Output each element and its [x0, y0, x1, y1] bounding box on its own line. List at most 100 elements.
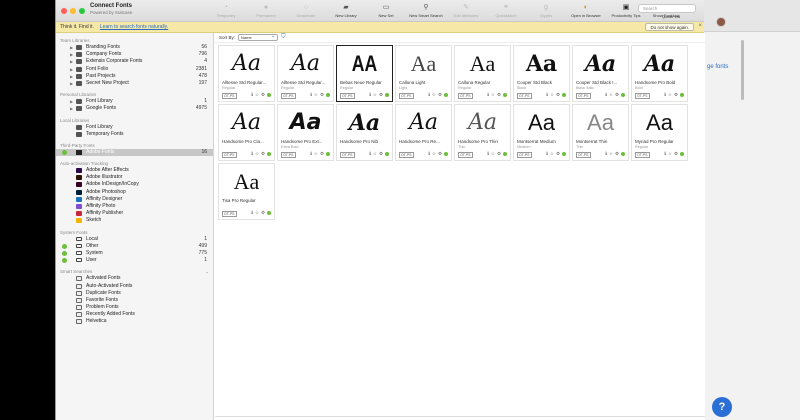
sidebar-item-favorite-fonts[interactable]: Favorite Fonts	[56, 297, 213, 304]
settings-icon[interactable]: ⚙	[261, 92, 265, 98]
sidebar-item-sketch[interactable]: Sketch	[56, 217, 213, 224]
sidebar-item-affinity-publisher[interactable]: Affinity Publisher	[56, 210, 213, 217]
sidebar-item-affinity-photo[interactable]: Affinity Photo	[56, 203, 213, 210]
activation-status-dot[interactable]	[267, 152, 271, 156]
favorite-star-icon[interactable]: ☆	[432, 92, 436, 98]
disclosure-arrow-icon[interactable]: ▶	[70, 80, 73, 87]
favorite-star-icon[interactable]: ☆	[373, 92, 377, 98]
info-icon[interactable]: ℹ	[251, 92, 253, 98]
font-card[interactable]: Aa Cooper Std Black I... Black Italic OT-PS…	[572, 45, 629, 102]
activation-status-dot[interactable]	[326, 93, 330, 97]
toolbar-quickmatch-button[interactable]: ⚭ QuickMatch	[486, 2, 526, 18]
zoom-window-button[interactable]	[79, 7, 85, 14]
favorite-star-icon[interactable]: ☆	[668, 92, 672, 98]
settings-icon[interactable]: ⚙	[438, 151, 442, 157]
font-card[interactable]: Aa Montserrat Thin Thin OT-PS ℹ ☆ ⚙	[572, 104, 629, 161]
sidebar-item-duplicate-fonts[interactable]: Duplicate Fonts	[56, 290, 213, 297]
favorite-star-icon[interactable]: ☆	[314, 151, 318, 157]
sidebar-item-adobe-indesign-incopy[interactable]: Adobe InDesign/InCopy	[56, 181, 213, 188]
settings-icon[interactable]: ⚙	[261, 210, 265, 216]
sidebar-item-system[interactable]: System 775	[56, 250, 213, 257]
sidebar-item-extensis-corporate-fonts[interactable]: ▶ Extensis Corporate Fonts 4	[56, 58, 213, 65]
font-card[interactable]: Aa Alltesse Std Regular... Regular OT-PS ℹ ☆ ⚙	[218, 45, 275, 102]
info-icon[interactable]: ℹ	[310, 151, 312, 157]
info-icon[interactable]: ℹ	[310, 92, 312, 98]
sidebar-item-adobe-illustrator[interactable]: Adobe Illustrator	[56, 174, 213, 181]
disclosure-arrow-icon[interactable]: ▶	[70, 44, 73, 51]
settings-icon[interactable]: ⚙	[379, 92, 383, 98]
activation-status-dot[interactable]	[503, 152, 507, 156]
favorite-star-icon[interactable]: ☆	[373, 151, 377, 157]
activation-status-dot[interactable]	[267, 211, 271, 215]
font-card[interactable]: Aa Handsome Pro Re... OT-PS ℹ ☆ ⚙	[395, 104, 452, 161]
info-icon[interactable]: ℹ	[605, 151, 607, 157]
sidebar-item-adobe-photoshop[interactable]: Adobe Photoshop	[56, 189, 213, 196]
toolbar-open-browser-button[interactable]: ◐ Open in Browser	[566, 2, 606, 18]
settings-icon[interactable]: ⚙	[438, 92, 442, 98]
font-card[interactable]: Aa Handsome Pro Ext... Extra Bold OT-PS ℹ ☆ ⚙	[277, 104, 334, 161]
settings-icon[interactable]: ⚙	[497, 151, 501, 157]
settings-icon[interactable]: ⚙	[497, 92, 501, 98]
settings-icon[interactable]: ⚙	[674, 151, 678, 157]
background-page-text[interactable]: ge fonts	[707, 64, 728, 70]
info-icon[interactable]: ℹ	[428, 151, 430, 157]
activation-status-dot[interactable]	[562, 93, 566, 97]
avatar[interactable]	[716, 17, 726, 27]
sidebar-item-font-library[interactable]: ▶ Font Library 1	[56, 98, 213, 105]
sidebar-item-adobe-after-effects[interactable]: Adobe After Effects	[56, 167, 213, 174]
favorite-star-icon[interactable]: ☆	[255, 92, 259, 98]
disclosure-arrow-icon[interactable]: ▶	[70, 73, 73, 80]
filter-icon[interactable]: ⛉	[281, 34, 286, 41]
help-button[interactable]: ?	[712, 397, 732, 417]
toolbar-new-set-button[interactable]: ▭ New Set	[366, 2, 406, 18]
info-icon[interactable]: ℹ	[428, 92, 430, 98]
favorite-star-icon[interactable]: ☆	[432, 151, 436, 157]
favorite-star-icon[interactable]: ☆	[255, 210, 259, 216]
settings-icon[interactable]: ⚙	[320, 151, 324, 157]
sidebar-item-past-projects[interactable]: ▶ Past Projects 478	[56, 73, 213, 80]
favorite-star-icon[interactable]: ☆	[609, 92, 613, 98]
font-card[interactable]: Aa Cooper Std Black Black OT-PS ℹ ☆ ⚙	[513, 45, 570, 102]
info-icon[interactable]: ℹ	[251, 151, 253, 157]
favorite-star-icon[interactable]: ☆	[491, 92, 495, 98]
toolbar-edit-attributes-button[interactable]: ✎ Edit Attributes	[446, 2, 486, 18]
browser-scrollbar[interactable]	[741, 40, 744, 100]
favorite-star-icon[interactable]: ☆	[550, 92, 554, 98]
disclosure-arrow-icon[interactable]: ▶	[70, 98, 73, 105]
activation-status-dot[interactable]	[444, 93, 448, 97]
font-card[interactable]: Aa Alltesse Std Regular... Regular OT-PS ℹ ☆ ⚙	[277, 45, 334, 102]
banner-link[interactable]: Learn to search fonts naturally.	[100, 24, 168, 30]
sidebar-item-problem-fonts[interactable]: Problem Fonts	[56, 304, 213, 311]
info-icon[interactable]: ℹ	[664, 92, 666, 98]
toolbar-new-library-button[interactable]: ▰ New Library	[326, 2, 366, 18]
activation-status-dot[interactable]	[385, 93, 389, 97]
settings-icon[interactable]: ⚙	[379, 151, 383, 157]
font-card[interactable]: Aa Calluna Light Light OT-PS ℹ ☆ ⚙	[395, 45, 452, 102]
sidebar-item-google-fonts[interactable]: ▶ Google Fonts 4975	[56, 105, 213, 112]
info-icon[interactable]: ℹ	[369, 151, 371, 157]
info-icon[interactable]: ℹ	[487, 92, 489, 98]
sidebar-item-other[interactable]: Other 499	[56, 243, 213, 250]
activation-status-dot[interactable]	[562, 152, 566, 156]
font-card[interactable]: Aa Tisa Pro Regular OT-PS ℹ ☆ ⚙	[218, 163, 275, 220]
activation-status-dot[interactable]	[680, 93, 684, 97]
toolbar-permanent-button[interactable]: ● Permanent	[246, 2, 286, 18]
sidebar-item-helvetica[interactable]: Helvetica	[56, 318, 213, 325]
sort-select[interactable]: Name	[238, 33, 279, 41]
font-card[interactable]: Aa Myriad Pro Regular Regular OT-PS ℹ ☆ ⚙	[631, 104, 688, 161]
activation-status-dot[interactable]	[621, 93, 625, 97]
activation-status-dot[interactable]	[267, 93, 271, 97]
disclosure-arrow-icon[interactable]: ▶	[70, 51, 73, 58]
sidebar-item-secret-new-project[interactable]: ▶ Secret New Project 197	[56, 80, 213, 87]
activation-status-dot[interactable]	[326, 152, 330, 156]
minimize-window-button[interactable]	[70, 7, 76, 14]
font-card[interactable]: Aa Handsome Pro Thin Thin OT-PS ℹ ☆ ⚙	[454, 104, 511, 161]
sidebar-item-auto-activated-fonts[interactable]: Auto-Activated Fonts	[56, 283, 213, 290]
font-card[interactable]: Aa Calluna Regular Regular OT-PS ℹ ☆ ⚙	[454, 45, 511, 102]
settings-icon[interactable]: ⚙	[615, 151, 619, 157]
sidebar-item-recently-added-fonts[interactable]: Recently Added Fonts	[56, 311, 213, 318]
font-card[interactable]: Aa Handsome Pro Bold Bold OT-PS ℹ ☆ ⚙	[631, 45, 688, 102]
settings-icon[interactable]: ⚙	[615, 92, 619, 98]
favorite-star-icon[interactable]: ☆	[491, 151, 495, 157]
sidebar-item-font-folio[interactable]: ▶ Font Folio 2381	[56, 66, 213, 73]
